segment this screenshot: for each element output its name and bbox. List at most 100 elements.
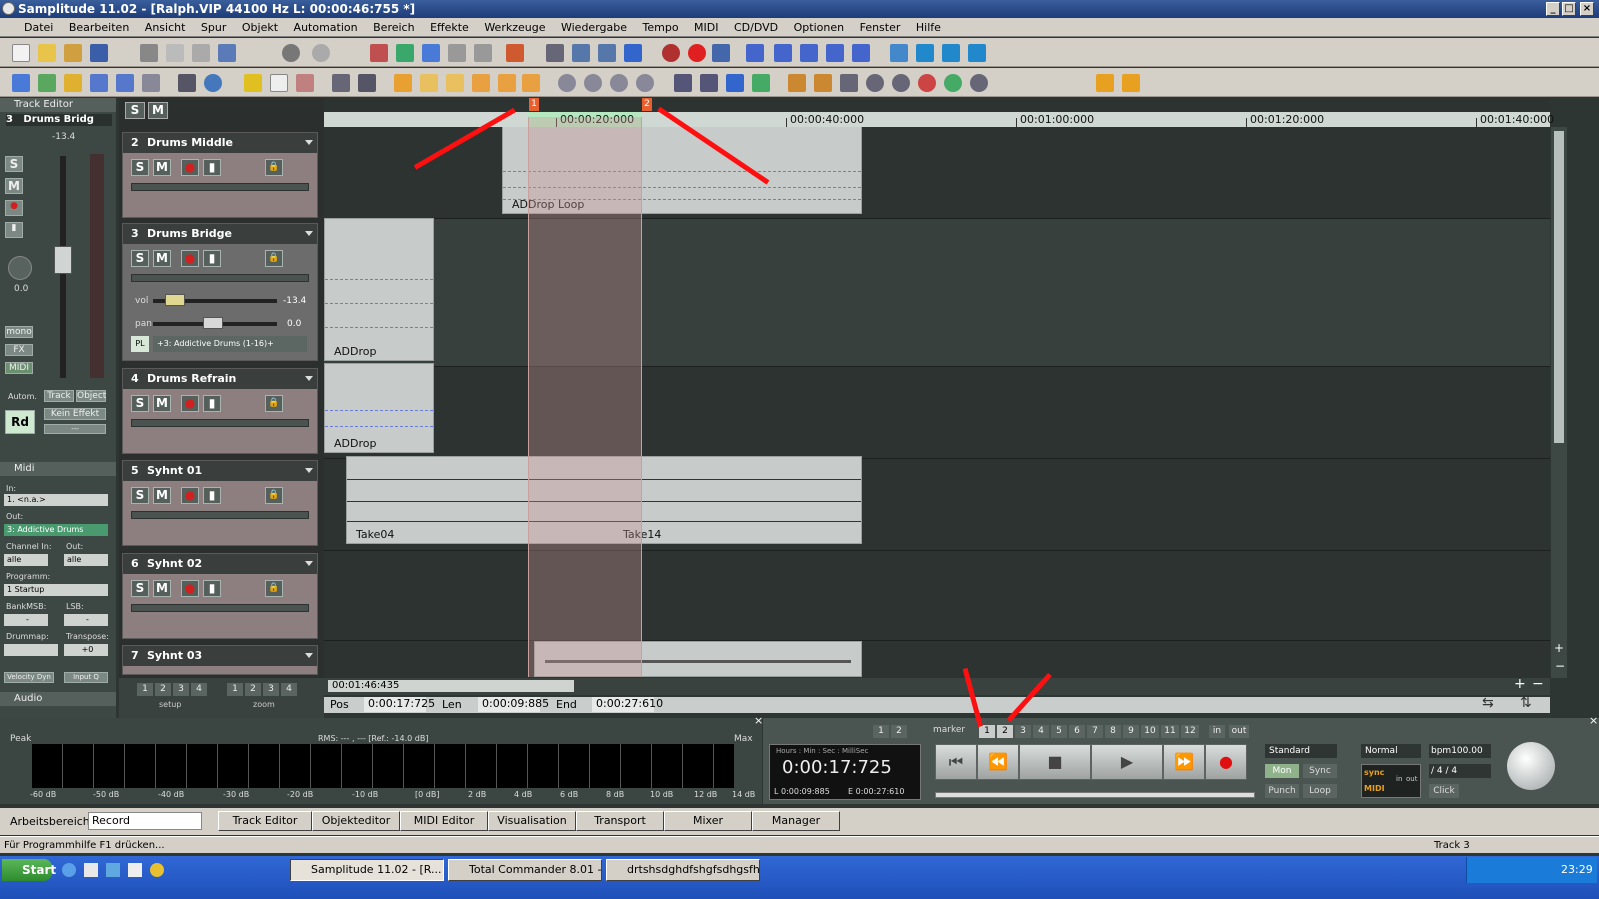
- save-icon[interactable]: [90, 44, 108, 62]
- horizontal-scroll-thumb[interactable]: 00:01:46:435: [328, 680, 574, 692]
- plugin-select[interactable]: +3: Addictive Drums (1-16)+: [153, 336, 307, 352]
- track-syhnt-03[interactable]: 7 Syhnt 03: [122, 645, 318, 675]
- menu-datei[interactable]: Datei: [0, 18, 59, 37]
- eye-5-icon[interactable]: [970, 74, 988, 92]
- loop-icon[interactable]: [572, 44, 590, 62]
- swap-horizontal-icon[interactable]: ⇆: [1482, 695, 1494, 711]
- start-button[interactable]: Start: [2, 859, 56, 881]
- paste-icon[interactable]: [192, 44, 210, 62]
- transport-button[interactable]: Transport: [576, 811, 664, 831]
- left-1-button[interactable]: 1: [873, 725, 889, 738]
- monitor-button[interactable]: ▮: [203, 159, 221, 176]
- record-arm-button[interactable]: ●: [181, 487, 199, 504]
- zoom-in-vertical-icon[interactable]: +: [1554, 641, 1564, 655]
- pencil-icon[interactable]: [244, 74, 262, 92]
- midi-out-select[interactable]: 3: Addictive Drums: [4, 524, 108, 536]
- pointer-icon[interactable]: [12, 74, 30, 92]
- autom-track-button[interactable]: Track: [44, 390, 74, 402]
- play-triangle-icon[interactable]: [916, 44, 934, 62]
- copy-icon[interactable]: [166, 44, 184, 62]
- channel-in-select[interactable]: alle: [4, 554, 48, 566]
- play-range-icon[interactable]: [746, 44, 764, 62]
- effect-slot[interactable]: ---: [44, 424, 106, 434]
- play-button[interactable]: ▶: [1091, 744, 1163, 780]
- time-signature-field[interactable]: / 4 / 4: [1429, 764, 1491, 778]
- desktop-icon[interactable]: [84, 863, 98, 877]
- mono-button[interactable]: mono: [5, 326, 33, 338]
- setup-4-button[interactable]: 4: [191, 683, 207, 696]
- maximize-button[interactable]: □: [1562, 2, 1576, 16]
- vertical-scroll-thumb[interactable]: [1554, 131, 1564, 443]
- vertical-scrollbar[interactable]: + −: [1551, 127, 1567, 678]
- track-drums-refrain[interactable]: 4 Drums Refrain S M ● ▮ 🔒: [122, 368, 318, 454]
- open-project-icon[interactable]: [64, 44, 82, 62]
- programm-select[interactable]: 1 Startup: [4, 584, 108, 596]
- clip-addrop-refrain[interactable]: ADDrop: [324, 363, 434, 453]
- pan-slider-handle[interactable]: [203, 317, 223, 329]
- marker-10-button[interactable]: 10: [1141, 725, 1159, 738]
- global-solo-button[interactable]: S: [125, 102, 145, 119]
- mute-button[interactable]: M: [153, 580, 171, 597]
- menu-effekte[interactable]: Effekte: [424, 18, 475, 37]
- swap-vertical-icon[interactable]: ⇅: [1520, 695, 1532, 711]
- track-drums-bridge[interactable]: 3 Drums Bridge S M ● ▮ 🔒 vol -13.4 pan 0.…: [122, 223, 318, 361]
- record-arm-button[interactable]: ●: [181, 580, 199, 597]
- manager-button[interactable]: Manager: [752, 811, 840, 831]
- midi-section-header[interactable]: Midi: [0, 462, 116, 476]
- scissors-icon[interactable]: [422, 44, 440, 62]
- record-arm-button[interactable]: ●: [181, 159, 199, 176]
- diamond-3-icon[interactable]: [726, 74, 744, 92]
- chevron-down-icon[interactable]: [305, 140, 313, 145]
- position-slider[interactable]: [935, 792, 1255, 798]
- menu-cddvd[interactable]: CD/DVD: [728, 18, 784, 37]
- snap-icon[interactable]: [420, 74, 438, 92]
- global-mute-button[interactable]: M: [148, 102, 168, 119]
- mixer-button[interactable]: Mixer: [664, 811, 752, 831]
- back-triangle-icon[interactable]: [942, 44, 960, 62]
- mute-button[interactable]: M: [153, 159, 171, 176]
- new-file-icon[interactable]: [12, 44, 30, 62]
- marker-9-button[interactable]: 9: [1123, 725, 1139, 738]
- redo-icon[interactable]: [312, 44, 330, 62]
- read-mode-button[interactable]: Rd: [5, 410, 35, 434]
- menu-bearbeiten[interactable]: Bearbeiten: [63, 18, 135, 37]
- grid-lines-icon[interactable]: [472, 74, 490, 92]
- marker-5-button[interactable]: 5: [1051, 725, 1067, 738]
- grid-snap-icon[interactable]: [446, 74, 464, 92]
- mute-button[interactable]: M: [5, 178, 23, 194]
- skip-icon[interactable]: [826, 44, 844, 62]
- zoom-icon[interactable]: [204, 74, 222, 92]
- marker-6-button[interactable]: 6: [1069, 725, 1085, 738]
- time-display[interactable]: Hours : Min : Sec : MilliSec 0:00:17:725…: [769, 744, 921, 800]
- transpose-input[interactable]: +0: [64, 644, 108, 656]
- standard-select[interactable]: Standard: [1265, 744, 1337, 758]
- eraser-icon[interactable]: [296, 74, 314, 92]
- curve-icon[interactable]: [90, 74, 108, 92]
- split-icon[interactable]: [370, 44, 388, 62]
- monitor-button[interactable]: ▮: [203, 487, 221, 504]
- volume-fader-handle[interactable]: [54, 246, 72, 274]
- workspace-select[interactable]: Record: [88, 812, 202, 830]
- rewind-button[interactable]: ⏪: [977, 744, 1019, 780]
- mute-button[interactable]: M: [153, 487, 171, 504]
- zoom-out-vertical-icon[interactable]: −: [1555, 659, 1565, 673]
- ruler-icon[interactable]: [142, 74, 160, 92]
- menu-fenster[interactable]: Fenster: [854, 18, 907, 37]
- track-editor-button[interactable]: Track Editor: [218, 811, 312, 831]
- marker-m-icon[interactable]: [506, 44, 524, 62]
- audio-section-header[interactable]: Audio: [0, 692, 116, 706]
- zoom-2-button[interactable]: 2: [245, 683, 261, 696]
- lock-icon[interactable]: 🔒: [265, 250, 283, 267]
- track-selector[interactable]: 3 Drums Bridg: [6, 114, 112, 126]
- ie-icon[interactable]: [62, 863, 76, 877]
- brush-icon[interactable]: [270, 74, 288, 92]
- lock-icon[interactable]: 🔒: [265, 395, 283, 412]
- pan-knob[interactable]: [8, 256, 32, 280]
- lsb-input[interactable]: -: [64, 614, 108, 626]
- bankmsb-input[interactable]: -: [4, 614, 48, 626]
- go-to-start-button[interactable]: ⏮: [935, 744, 977, 780]
- marker-1-button[interactable]: 1: [979, 725, 995, 738]
- circle-3-icon[interactable]: [610, 74, 628, 92]
- fade-icon[interactable]: [788, 74, 806, 92]
- vol-slider-handle[interactable]: [165, 294, 185, 306]
